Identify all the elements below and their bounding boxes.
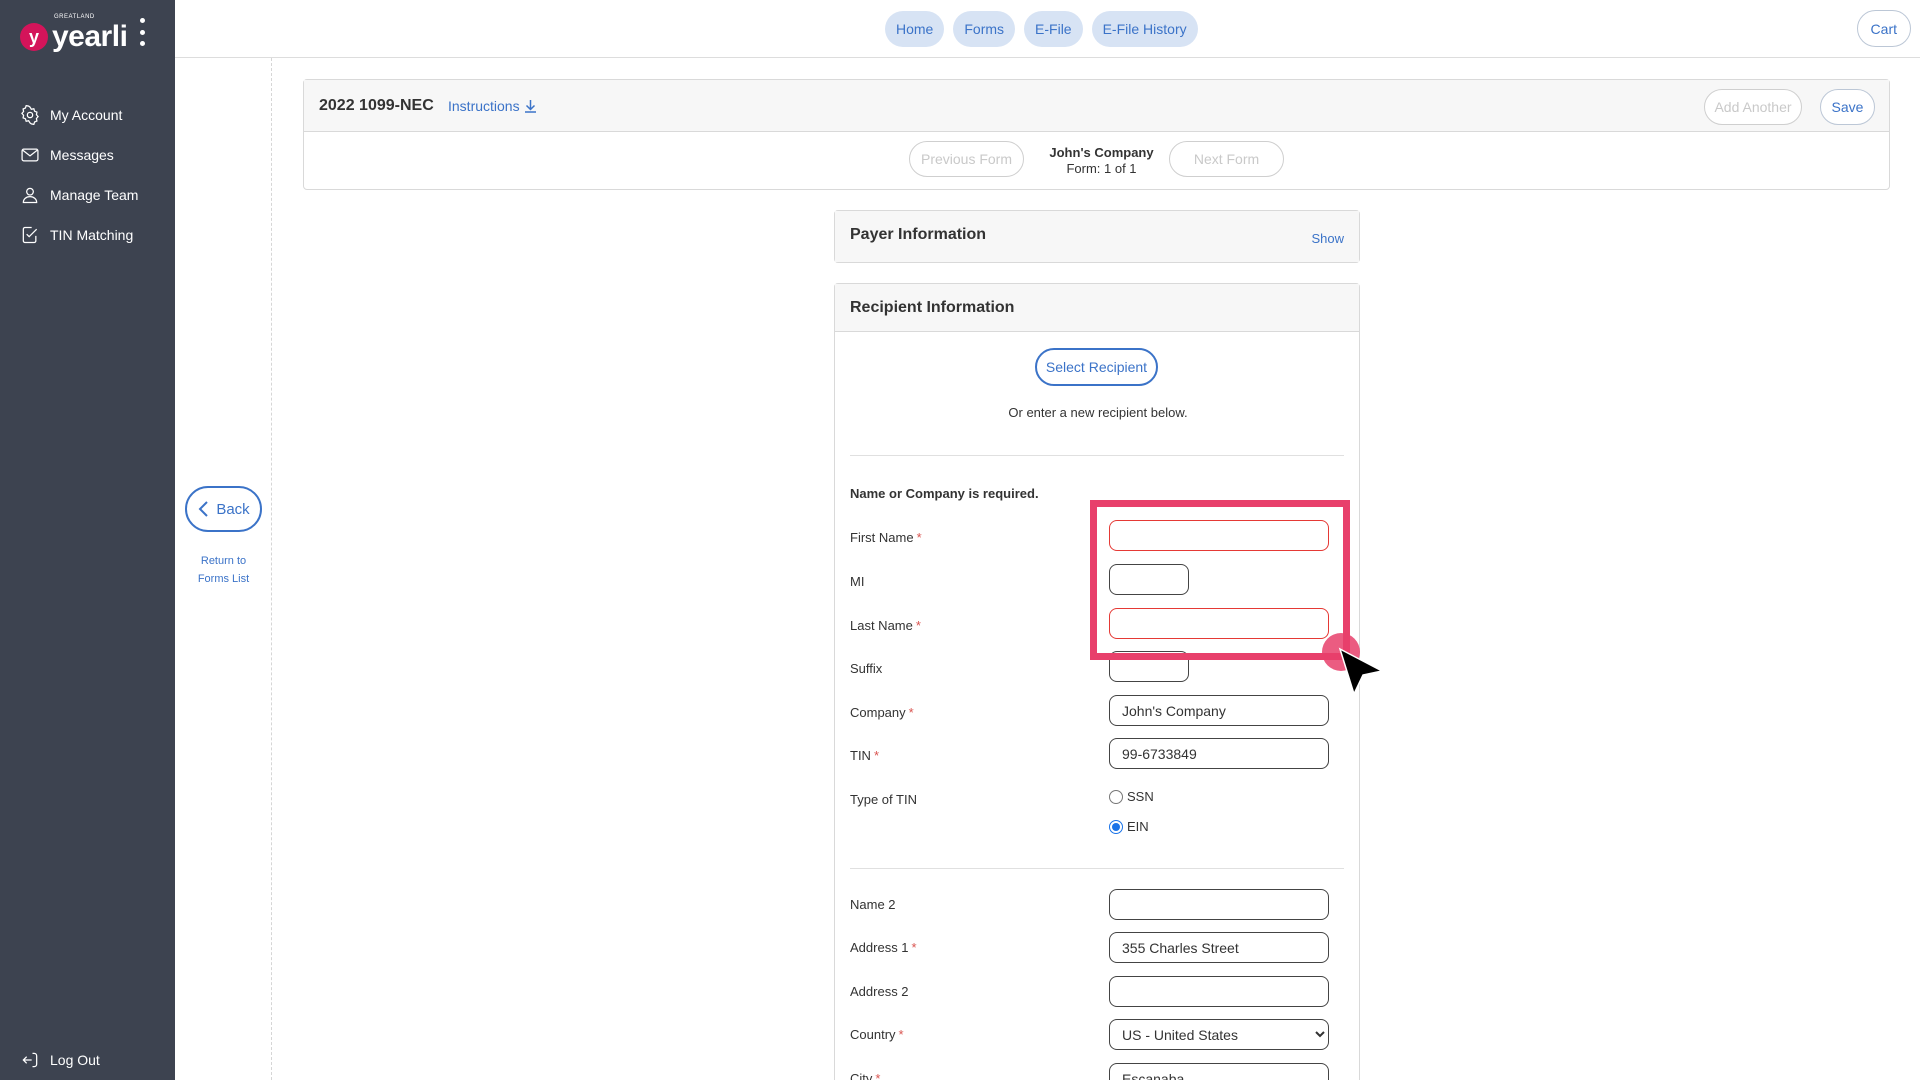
- next-form-button[interactable]: Next Form: [1169, 141, 1284, 177]
- sidebar-item-label: Messages: [50, 147, 114, 163]
- previous-form-button[interactable]: Previous Form: [909, 141, 1024, 177]
- user-icon: [22, 187, 38, 204]
- tin-type-ein-radio[interactable]: EIN: [1109, 819, 1149, 834]
- return-line-1: Return to: [200, 555, 247, 567]
- sidebar-nav: My Account Messages Manage Team TIN Matc…: [0, 95, 175, 255]
- sidebar: y GREATLAND yearli My Account Messages M…: [0, 0, 175, 1080]
- mi-input[interactable]: [1109, 564, 1189, 595]
- city-label: City *: [850, 1071, 881, 1080]
- address2-input[interactable]: [1109, 976, 1329, 1007]
- kebab-menu-icon[interactable]: [138, 18, 146, 46]
- nav-efile[interactable]: E-File: [1024, 11, 1083, 47]
- payer-section-header[interactable]: Payer Information Show: [835, 211, 1359, 262]
- or-enter-new-text: Or enter a new recipient below.: [1008, 405, 1188, 420]
- city-input[interactable]: [1109, 1063, 1329, 1080]
- logout-label: Log Out: [50, 1052, 100, 1068]
- logo[interactable]: y GREATLAND yearli: [20, 14, 128, 54]
- recipient-section-header: Recipient Information: [835, 284, 1359, 332]
- cart-button[interactable]: Cart: [1856, 10, 1911, 47]
- form-navigation: Previous Form John's Company Form: 1 of …: [304, 132, 1889, 190]
- last-name-label: Last Name *: [850, 618, 921, 633]
- logo-wordmark: GREATLAND yearli: [52, 14, 128, 54]
- ssn-option-label: SSN: [1127, 789, 1154, 804]
- logo-small-text: GREATLAND: [54, 14, 95, 20]
- sidebar-item-label: My Account: [50, 107, 123, 123]
- mi-label: MI: [850, 574, 865, 589]
- radio-unchecked[interactable]: [1109, 789, 1123, 804]
- recipient-section-title: Recipient Information: [850, 299, 1015, 316]
- sidebar-item-my-account[interactable]: My Account: [0, 95, 175, 135]
- first-name-label: First Name *: [850, 530, 922, 545]
- return-line-2: Forms List: [197, 573, 250, 585]
- tin-type-label: Type of TIN: [850, 792, 917, 807]
- divider: [850, 455, 1344, 456]
- ein-option-label: EIN: [1127, 819, 1149, 834]
- sidebar-item-manage-team[interactable]: Manage Team: [0, 175, 175, 215]
- logo-main-text: yearli: [52, 20, 128, 53]
- sidebar-item-label: Manage Team: [50, 187, 139, 203]
- sidebar-item-tin-matching[interactable]: TIN Matching: [0, 215, 175, 255]
- suffix-label: Suffix: [850, 661, 883, 676]
- select-recipient-button[interactable]: Select Recipient: [1035, 348, 1158, 386]
- tin-type-ssn-radio[interactable]: SSN: [1109, 789, 1154, 804]
- top-bar: Home Forms E-File E-File History Cart: [175, 0, 1920, 58]
- payer-information-section: Payer Information Show: [834, 210, 1360, 263]
- name2-label: Name 2: [850, 897, 896, 912]
- sidebar-item-messages[interactable]: Messages: [0, 135, 175, 175]
- recipient-information-section: Recipient Information Select Recipient O…: [834, 283, 1360, 1080]
- form-title: 2022 1099-NEC: [319, 97, 434, 114]
- envelope-icon: [21, 148, 39, 162]
- back-label: Back: [216, 500, 250, 518]
- add-another-button[interactable]: Add Another: [1704, 89, 1802, 125]
- required-note: Name or Company is required.: [850, 486, 1039, 501]
- address1-input[interactable]: [1109, 932, 1329, 963]
- nav-forms[interactable]: Forms: [953, 11, 1016, 47]
- address2-label: Address 2: [850, 984, 909, 999]
- logo-badge: y: [20, 23, 48, 51]
- gear-icon: [21, 105, 39, 125]
- tin-input[interactable]: [1109, 738, 1329, 769]
- back-button[interactable]: Back: [185, 486, 262, 532]
- address1-label: Address 1 *: [850, 940, 917, 955]
- current-form-info: John's Company Form: 1 of 1: [1044, 145, 1159, 177]
- back-column: Back Return to Forms List: [175, 58, 272, 1080]
- form-counter: Form: 1 of 1: [1066, 161, 1137, 176]
- instructions-label: Instructions: [448, 98, 520, 114]
- name2-input[interactable]: [1109, 889, 1329, 920]
- suffix-input[interactable]: [1109, 651, 1189, 682]
- first-name-input[interactable]: [1109, 520, 1329, 551]
- logout-button[interactable]: Log Out: [0, 1040, 175, 1080]
- divider: [850, 868, 1344, 869]
- checklist-icon: [22, 226, 38, 244]
- save-button[interactable]: Save: [1820, 89, 1875, 125]
- company-input[interactable]: [1109, 695, 1329, 726]
- instructions-link[interactable]: Instructions: [448, 98, 537, 114]
- payer-section-title: Payer Information: [850, 226, 987, 243]
- country-select[interactable]: US - United States: [1109, 1019, 1329, 1050]
- logout-icon: [22, 1052, 38, 1068]
- chevron-left-icon: [198, 501, 209, 517]
- payer-show-link[interactable]: Show: [1311, 231, 1344, 246]
- form-header-card: 2022 1099-NEC Instructions Add Another S…: [303, 79, 1890, 190]
- nav-home[interactable]: Home: [885, 11, 945, 47]
- download-icon: [524, 100, 536, 113]
- sidebar-item-label: TIN Matching: [50, 227, 134, 243]
- nav-efile-history[interactable]: E-File History: [1091, 11, 1198, 47]
- last-name-input[interactable]: [1109, 608, 1329, 639]
- form-company-name: John's Company: [1049, 145, 1154, 160]
- tin-label: TIN *: [850, 748, 880, 763]
- company-label: Company *: [850, 705, 914, 720]
- form-header: 2022 1099-NEC Instructions Add Another S…: [304, 80, 1889, 132]
- radio-checked[interactable]: [1109, 819, 1123, 834]
- return-to-forms-link[interactable]: Return to Forms List: [175, 552, 272, 588]
- country-label: Country *: [850, 1027, 904, 1042]
- top-nav: Home Forms E-File E-File History: [885, 11, 1198, 47]
